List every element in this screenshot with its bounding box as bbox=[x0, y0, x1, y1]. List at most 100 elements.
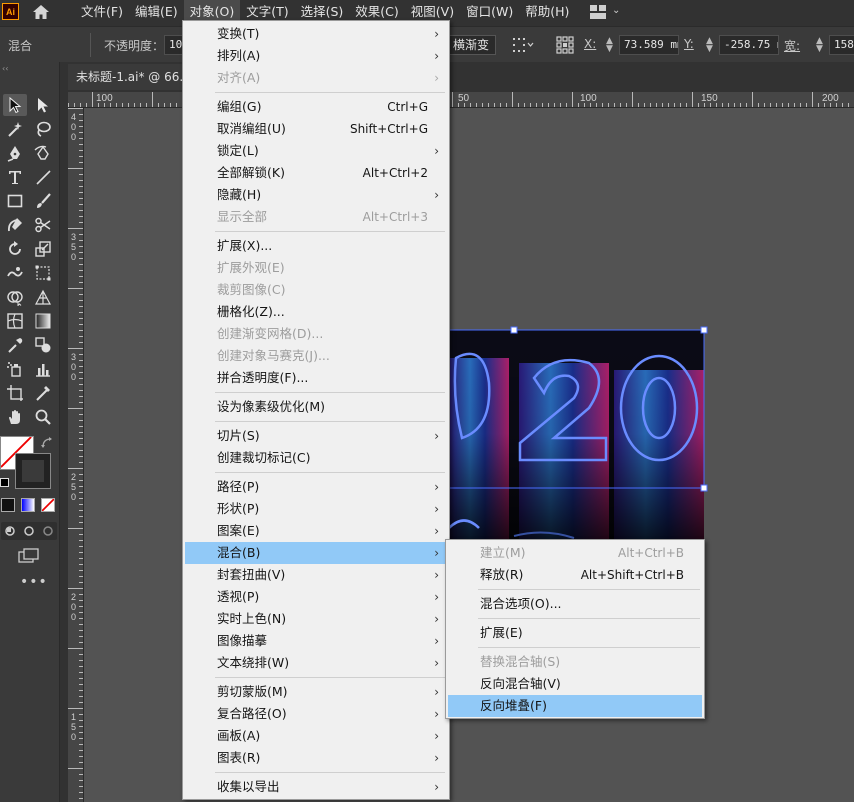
object-menu-item[interactable]: 锁定(L) › bbox=[185, 140, 447, 162]
blend-submenu-item[interactable]: 扩展(E) bbox=[448, 622, 702, 644]
type-icon[interactable] bbox=[3, 166, 27, 188]
object-menu-item[interactable]: 取消编组(U) Shift+Ctrl+G bbox=[185, 118, 447, 140]
panel-grip-icon[interactable]: ‹‹ bbox=[2, 64, 8, 73]
object-menu-item[interactable]: 拼合透明度(F)... bbox=[185, 367, 447, 389]
object-menu-item[interactable]: 图案(E) › bbox=[185, 520, 447, 542]
align-dots-icon[interactable] bbox=[512, 37, 534, 53]
gradient-button[interactable]: 横渐变 bbox=[446, 35, 497, 55]
object-menu-item[interactable]: 文本绕排(W) › bbox=[185, 652, 447, 674]
chevron-right-icon: › bbox=[434, 729, 439, 743]
line-icon[interactable] bbox=[31, 166, 55, 188]
object-menu-item[interactable]: 混合(B) › bbox=[185, 542, 447, 564]
ruler-label: 3 5 0 bbox=[70, 232, 76, 262]
free-transform-icon[interactable] bbox=[31, 262, 55, 284]
document-tab[interactable]: 未标题-1.ai* @ 66. bbox=[68, 64, 188, 90]
home-icon[interactable] bbox=[32, 4, 50, 20]
tools-panel: ‹‹ ••• bbox=[0, 62, 60, 802]
object-menu-item[interactable]: 透视(P) › bbox=[185, 586, 447, 608]
object-menu-item[interactable]: 图像描摹 › bbox=[185, 630, 447, 652]
gradient-mode-icon[interactable] bbox=[21, 498, 35, 512]
menu-separator bbox=[215, 772, 445, 773]
y-input[interactable]: -258.75 m bbox=[719, 35, 779, 55]
object-menu-item[interactable]: 画板(A) › bbox=[185, 725, 447, 747]
object-menu-item[interactable]: 路径(P) › bbox=[185, 476, 447, 498]
perspective-grid-icon[interactable] bbox=[31, 286, 55, 308]
eyedropper-icon[interactable] bbox=[3, 334, 27, 356]
scale-icon[interactable] bbox=[31, 238, 55, 260]
blend-submenu-item[interactable]: 释放(R) Alt+Shift+Ctrl+B bbox=[448, 564, 702, 586]
object-menu-item[interactable]: 切片(S) › bbox=[185, 425, 447, 447]
rectangle-icon[interactable] bbox=[3, 190, 27, 212]
object-menu-item[interactable]: 扩展(X)... bbox=[185, 235, 447, 257]
pen-icon[interactable] bbox=[3, 142, 27, 164]
menu-item-label: 反向混合轴(V) bbox=[480, 676, 561, 691]
object-menu-item[interactable]: 封套扭曲(V) › bbox=[185, 564, 447, 586]
blend-submenu-item[interactable]: 混合选项(O)... bbox=[448, 593, 702, 615]
ruler-label: 150 bbox=[701, 93, 718, 104]
blend-submenu: 建立(M) Alt+Ctrl+B 释放(R) Alt+Shift+Ctrl+B 混合选项… bbox=[445, 539, 705, 719]
paintbrush-icon[interactable] bbox=[31, 190, 55, 212]
chevron-down-icon[interactable]: ⌄ bbox=[612, 5, 620, 16]
artboard-icon[interactable] bbox=[3, 382, 27, 404]
swap-icon[interactable] bbox=[40, 436, 54, 450]
curvature-icon[interactable] bbox=[31, 142, 55, 164]
object-menu-item[interactable]: 图表(R) › bbox=[185, 747, 447, 769]
none-mode-icon[interactable] bbox=[41, 498, 55, 512]
reference-point-icon[interactable] bbox=[556, 36, 574, 54]
object-menu-item[interactable]: 剪切蒙版(M) › bbox=[185, 681, 447, 703]
width-input[interactable]: 158. bbox=[829, 35, 854, 55]
x-input[interactable]: 73.589 mm bbox=[619, 35, 679, 55]
screen-mode-icon[interactable] bbox=[18, 548, 40, 564]
object-menu-item[interactable]: 变换(T) › bbox=[185, 23, 447, 45]
object-menu-item[interactable]: 设为像素级优化(M) bbox=[185, 396, 447, 418]
width-stepper[interactable]: ▲ ▼ bbox=[816, 37, 826, 54]
blend-submenu-item[interactable]: 反向混合轴(V) bbox=[448, 673, 702, 695]
object-menu-item[interactable]: 栅格化(Z)... bbox=[185, 301, 447, 323]
rotate-icon[interactable] bbox=[3, 238, 27, 260]
workspace-icon[interactable] bbox=[590, 5, 606, 19]
object-menu-item[interactable]: 创建裁切标记(C) bbox=[185, 447, 447, 469]
y-stepper[interactable]: ▲ ▼ bbox=[706, 37, 716, 54]
menubar-item[interactable]: 编辑(E) bbox=[129, 0, 184, 24]
default-colors-icon[interactable] bbox=[0, 478, 9, 487]
shaper-icon[interactable] bbox=[3, 214, 27, 236]
symbol-sprayer-icon[interactable] bbox=[3, 358, 27, 380]
menubar-item[interactable]: 文件(F) bbox=[75, 0, 129, 24]
menubar-item[interactable]: 窗口(W) bbox=[460, 0, 519, 24]
magic-wand-icon[interactable] bbox=[3, 118, 27, 140]
menubar-item[interactable]: 帮助(H) bbox=[519, 0, 575, 24]
gradient-icon[interactable] bbox=[31, 310, 55, 332]
x-stepper[interactable]: ▲ ▼ bbox=[606, 37, 616, 54]
object-menu-item[interactable]: 形状(P) › bbox=[185, 498, 447, 520]
object-menu-item[interactable]: 全部解锁(K) Alt+Ctrl+2 bbox=[185, 162, 447, 184]
warp-icon[interactable] bbox=[3, 262, 27, 284]
color-mode-icon[interactable] bbox=[1, 498, 15, 512]
column-graph-icon[interactable] bbox=[31, 358, 55, 380]
shape-builder-icon[interactable] bbox=[3, 286, 27, 308]
object-menu-item[interactable]: 隐藏(H) › bbox=[185, 184, 447, 206]
selection-tool-icon[interactable] bbox=[3, 94, 27, 116]
draw-mode-icon[interactable] bbox=[1, 522, 57, 540]
zoom-icon[interactable] bbox=[31, 406, 55, 428]
slice-icon[interactable] bbox=[31, 382, 55, 404]
selection-handle[interactable] bbox=[700, 326, 708, 334]
selection-handle[interactable] bbox=[700, 484, 708, 492]
hand-icon[interactable] bbox=[3, 406, 27, 428]
blend-icon[interactable] bbox=[31, 334, 55, 356]
mesh-icon[interactable] bbox=[3, 310, 27, 332]
stroke-swatch[interactable] bbox=[15, 453, 51, 489]
object-menu-item[interactable]: 排列(A) › bbox=[185, 45, 447, 67]
object-menu-item[interactable]: 编组(G) Ctrl+G bbox=[185, 96, 447, 118]
ruler-label: 4 0 0 bbox=[70, 112, 76, 142]
menu-item-shortcut: Alt+Ctrl+3 bbox=[362, 210, 428, 224]
object-menu-item[interactable]: 实时上色(N) › bbox=[185, 608, 447, 630]
object-menu-item[interactable]: 收集以导出 › bbox=[185, 776, 447, 798]
lasso-icon[interactable] bbox=[31, 118, 55, 140]
blend-submenu-item[interactable]: 反向堆叠(F) bbox=[448, 695, 702, 717]
selection-handle[interactable] bbox=[510, 326, 518, 334]
object-menu-item[interactable]: 复合路径(O) › bbox=[185, 703, 447, 725]
more-tools-icon[interactable]: ••• bbox=[20, 574, 48, 590]
menu-item-shortcut: Ctrl+G bbox=[387, 100, 428, 114]
direct-selection-tool-icon[interactable] bbox=[31, 94, 55, 116]
scissors-icon[interactable] bbox=[31, 214, 55, 236]
